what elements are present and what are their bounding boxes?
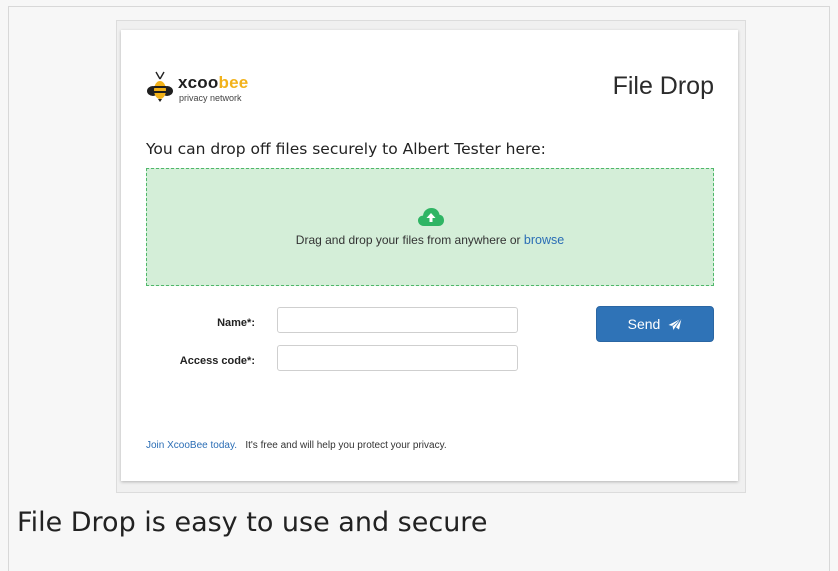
footer: Join XcooBee today. It's free and will h… [146,440,447,451]
access-code-label: Access code*: [179,355,255,367]
intro-text: You can drop off files securely to Alber… [146,140,546,158]
dropzone-text: Drag and drop your files from anywhere o… [295,233,521,247]
send-button[interactable]: Send [596,306,714,342]
browse-link[interactable]: browse [524,233,564,247]
file-drop-card: xcoobee privacy network File Drop You ca… [121,30,738,481]
bee-icon [147,71,173,102]
logo-wordmark: xcoobee [178,73,249,92]
dropzone-instructions: Drag and drop your files from anywhere o… [147,233,713,247]
page-title: File Drop [612,72,714,100]
cloud-upload-icon [418,208,444,226]
name-label: Name*: [217,317,255,329]
footer-text: It's free and will help you protect your… [245,440,447,451]
access-code-input[interactable] [277,345,518,371]
name-input[interactable] [277,307,518,333]
paper-plane-icon [668,317,683,331]
send-button-label: Send [627,316,661,332]
logo-tagline: privacy network [179,93,242,103]
caption: File Drop is easy to use and secure [17,507,488,538]
file-dropzone[interactable]: Drag and drop your files from anywhere o… [146,168,714,286]
xcoobee-logo: xcoobee privacy network [145,70,285,110]
join-xcoobee-link[interactable]: Join XcooBee today. [146,440,237,451]
